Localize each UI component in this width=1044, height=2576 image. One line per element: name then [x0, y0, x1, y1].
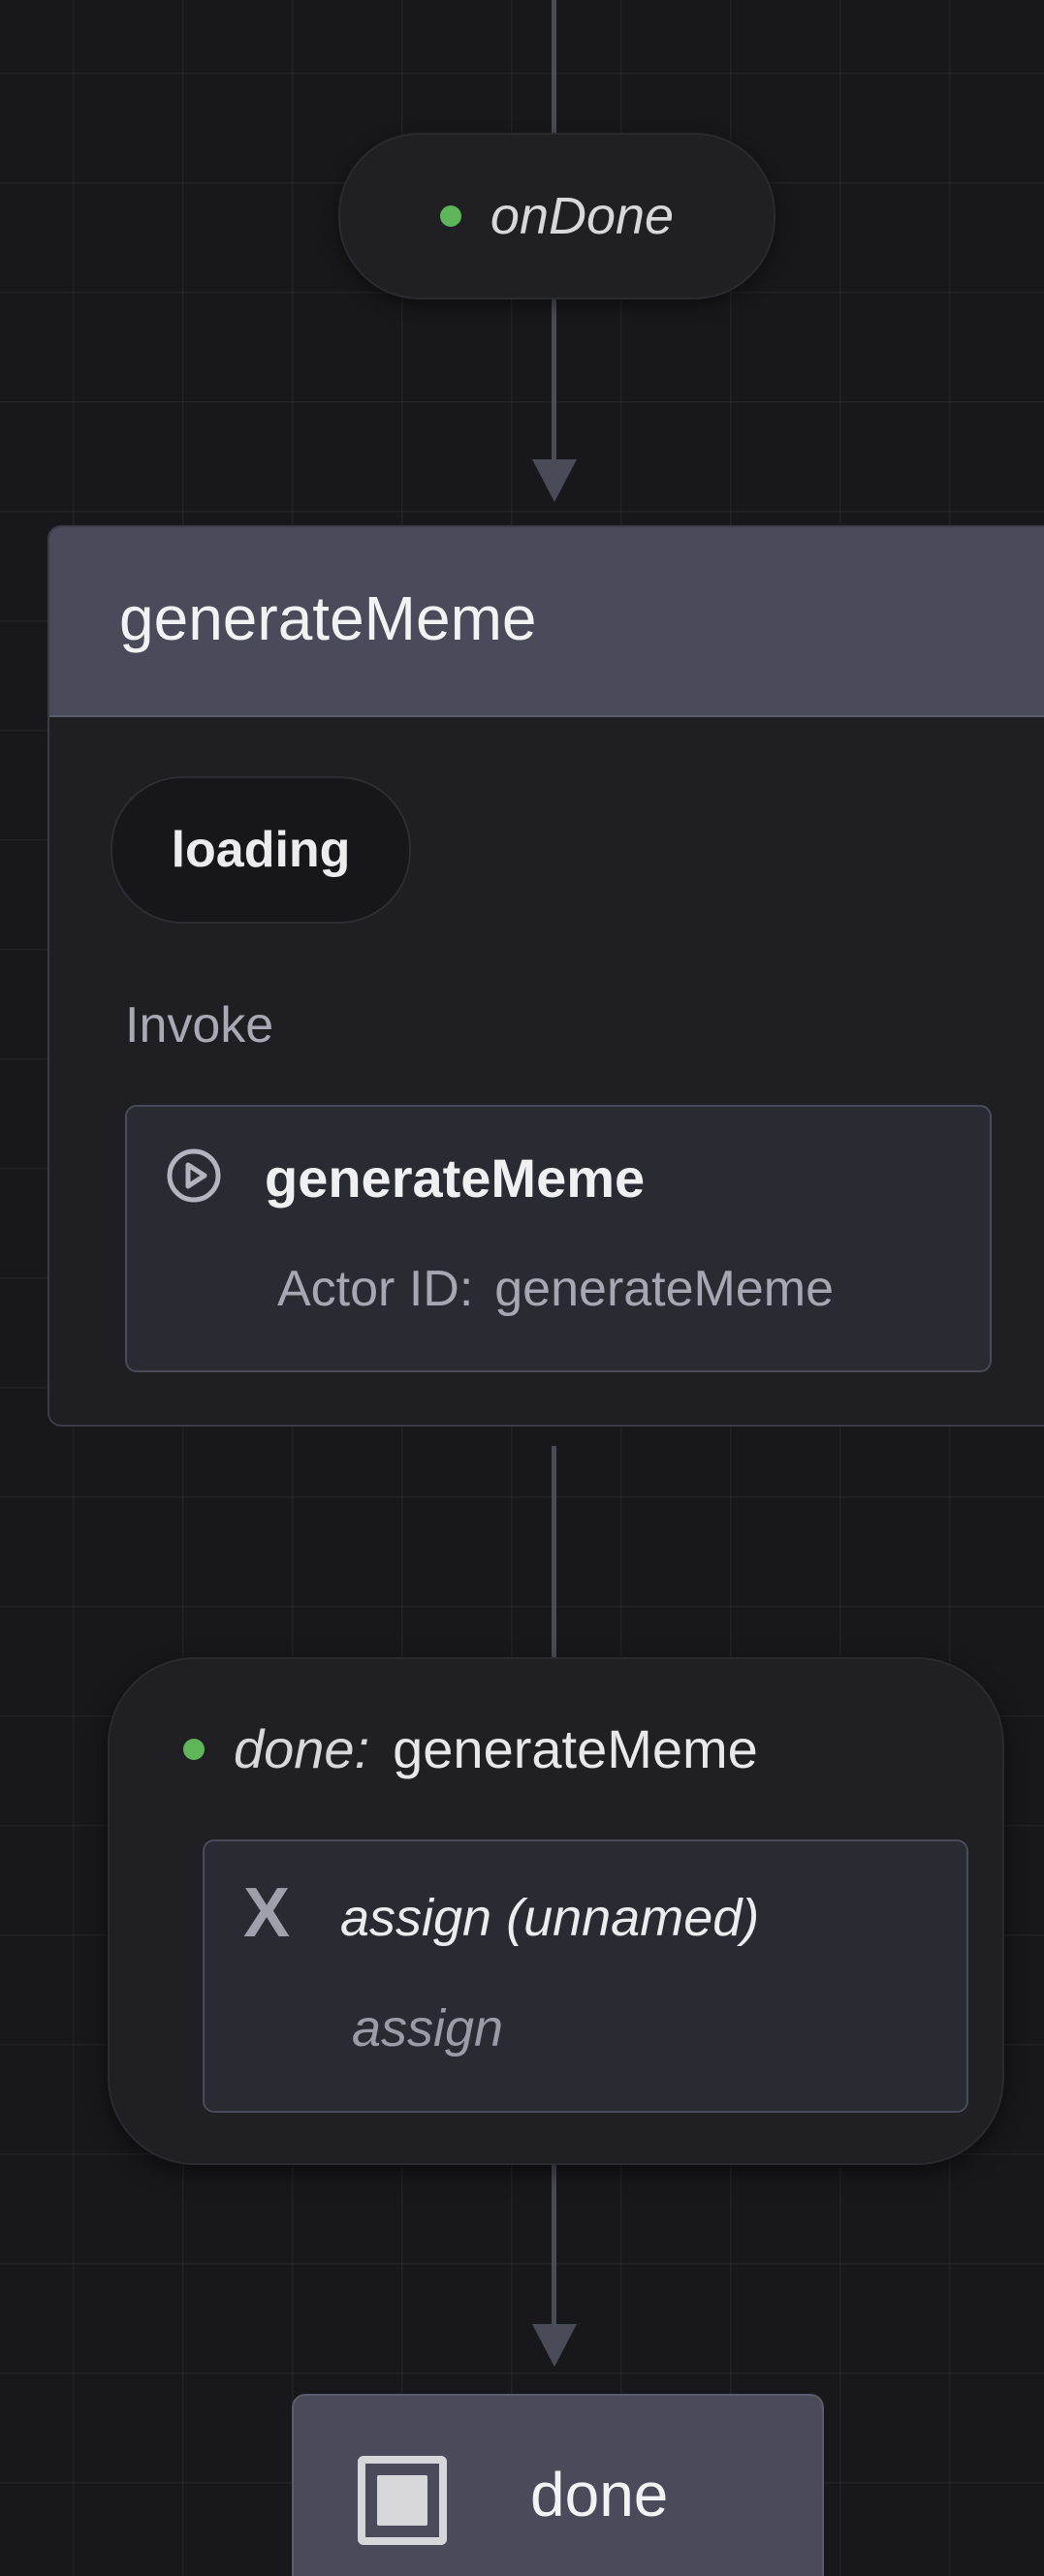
transition-active-dot	[183, 1738, 205, 1760]
edge-event-to-state	[552, 295, 556, 461]
final-state-title: done	[530, 2460, 669, 2529]
invoke-actor-id: Actor ID: generateMeme	[277, 1264, 834, 1314]
action-title: assign (unnamed)	[340, 1889, 760, 1947]
x-icon: X	[243, 1874, 291, 1952]
action-type: assign	[352, 1999, 504, 2058]
state-node-generatememe[interactable]: generateMeme loading Invoke generateMeme…	[47, 525, 1044, 1427]
action-card[interactable]: X assign (unnamed) assign	[203, 1839, 968, 2113]
final-state-icon	[358, 2456, 447, 2545]
actor-id-value: generateMeme	[494, 1261, 835, 1317]
arrow-head-to-state	[532, 459, 577, 502]
invoke-section-label: Invoke	[125, 997, 274, 1053]
invoke-name: generateMeme	[265, 1147, 646, 1209]
play-circle-icon	[167, 1148, 221, 1203]
state-header: generateMeme	[49, 527, 1044, 717]
edge-transition-to-final	[552, 2161, 556, 2324]
invoke-card[interactable]: generateMeme Actor ID: generateMeme	[125, 1105, 992, 1372]
transition-done-generatememe[interactable]: done: generateMeme X assign (unnamed) as…	[108, 1657, 1004, 2165]
event-active-dot	[439, 205, 461, 227]
actor-id-label: Actor ID:	[277, 1261, 474, 1317]
transition-event: done:	[234, 1718, 370, 1779]
state-tag[interactable]: loading	[111, 776, 411, 924]
edge-state-to-transition	[552, 1446, 556, 1659]
final-state-done[interactable]: done	[292, 2394, 824, 2576]
event-ondone[interactable]: onDone	[338, 133, 775, 299]
arrow-head-to-final	[532, 2324, 577, 2367]
state-title: generateMeme	[119, 583, 537, 653]
transition-header: done: generateMeme	[183, 1717, 758, 1780]
event-label: onDone	[490, 187, 675, 245]
transition-target: generateMeme	[393, 1718, 758, 1779]
edge-into-event	[552, 0, 556, 134]
